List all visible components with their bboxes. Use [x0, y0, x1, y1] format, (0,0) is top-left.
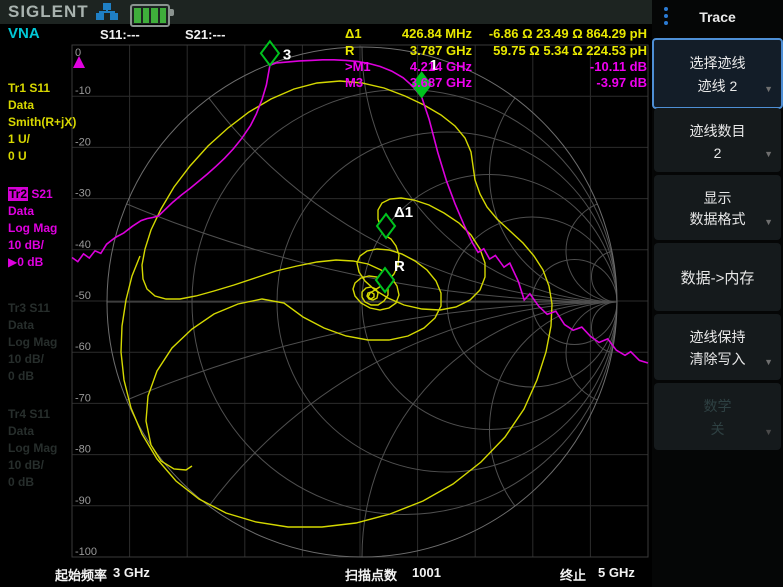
svg-text:-80: -80 [75, 444, 91, 456]
siglent-logo: SIGLENT [8, 2, 89, 22]
svg-text:-90: -90 [75, 495, 91, 507]
trace3-legend[interactable]: Tr3 S11 Data Log Mag 10 dB/ 0 dB [8, 300, 72, 385]
marker-R-icon [376, 268, 394, 292]
marker-Δ1-icon [377, 214, 395, 238]
stop-freq-value: 5 GHz [598, 565, 635, 580]
s11-smith-trace [121, 81, 552, 527]
softkey-menu: Trace 选择迹线 迹线 2 ▼ 迹线数目 2 ▼ 显示 数据格式 ▼ 数据-… [652, 0, 783, 587]
marker-3-label: 3 [283, 46, 291, 63]
menu-data-to-memory[interactable]: 数据->内存 [654, 243, 781, 311]
s21-logmag-trace [72, 60, 648, 363]
sweep-points-value: 1001 [412, 565, 441, 580]
svg-text:-20: -20 [75, 136, 91, 148]
channel-s21-label: S21:--- [185, 27, 225, 42]
marker-Δ1-label: Δ1 [394, 204, 413, 221]
trace1-legend[interactable]: Tr1 S11 Data Smith(R+jX) 1 U/ 0 U [8, 80, 72, 165]
menu-trace-hold[interactable]: 迹线保持 清除写入 ▼ [654, 314, 781, 380]
start-freq-label: 起始频率 [55, 565, 107, 584]
svg-text:0: 0 [75, 47, 81, 59]
vna-screen: { "header": { "brand": "SIGLENT" }, "lef… [0, 0, 783, 587]
svg-text:-30: -30 [75, 188, 91, 200]
svg-text:-100: -100 [75, 546, 97, 558]
battery-icon [130, 4, 170, 27]
mode-label: VNA [8, 25, 40, 42]
chevron-down-icon: ▼ [764, 427, 773, 437]
selected-trace-tag: Tr2 [8, 187, 28, 201]
svg-text:-40: -40 [75, 239, 91, 251]
svg-text:-60: -60 [75, 341, 91, 353]
svg-text:-10: -10 [75, 85, 91, 97]
stop-freq-label: 终止 [560, 565, 586, 584]
chevron-down-icon: ▼ [764, 84, 773, 94]
menu-title: Trace [652, 0, 783, 34]
trace2-legend[interactable]: Tr2 S21 Data Log Mag 10 dB/ ▶0 dB [8, 186, 72, 271]
chevron-down-icon: ▼ [764, 149, 773, 159]
tr2-ref-level-icon [73, 56, 85, 68]
menu-select-trace[interactable]: 选择迹线 迹线 2 ▼ [652, 38, 783, 109]
chevron-down-icon: ▼ [764, 217, 773, 227]
menu-trace-count[interactable]: 迹线数目 2 ▼ [654, 108, 781, 172]
sweep-points-label: 扫描点数 [345, 565, 397, 584]
svg-text:-50: -50 [75, 290, 91, 302]
marker-R-label: R [394, 258, 405, 275]
channel-s11-label: S11:--- [100, 27, 140, 42]
start-freq-value: 3 GHz [113, 565, 150, 580]
trace4-legend[interactable]: Tr4 S11 Data Log Mag 10 dB/ 0 dB [8, 406, 72, 491]
chevron-down-icon: ▼ [764, 357, 773, 367]
lan-icon [96, 3, 118, 21]
menu-math: 数学 关 ▼ [654, 383, 781, 450]
sweep-status-bar: 起始频率 3 GHz 扫描点数 1001 终止 5 GHz [0, 560, 650, 587]
menu-display[interactable]: 显示 数据格式 ▼ [654, 175, 781, 240]
marker-3-icon [261, 41, 279, 65]
svg-text:-70: -70 [75, 392, 91, 404]
